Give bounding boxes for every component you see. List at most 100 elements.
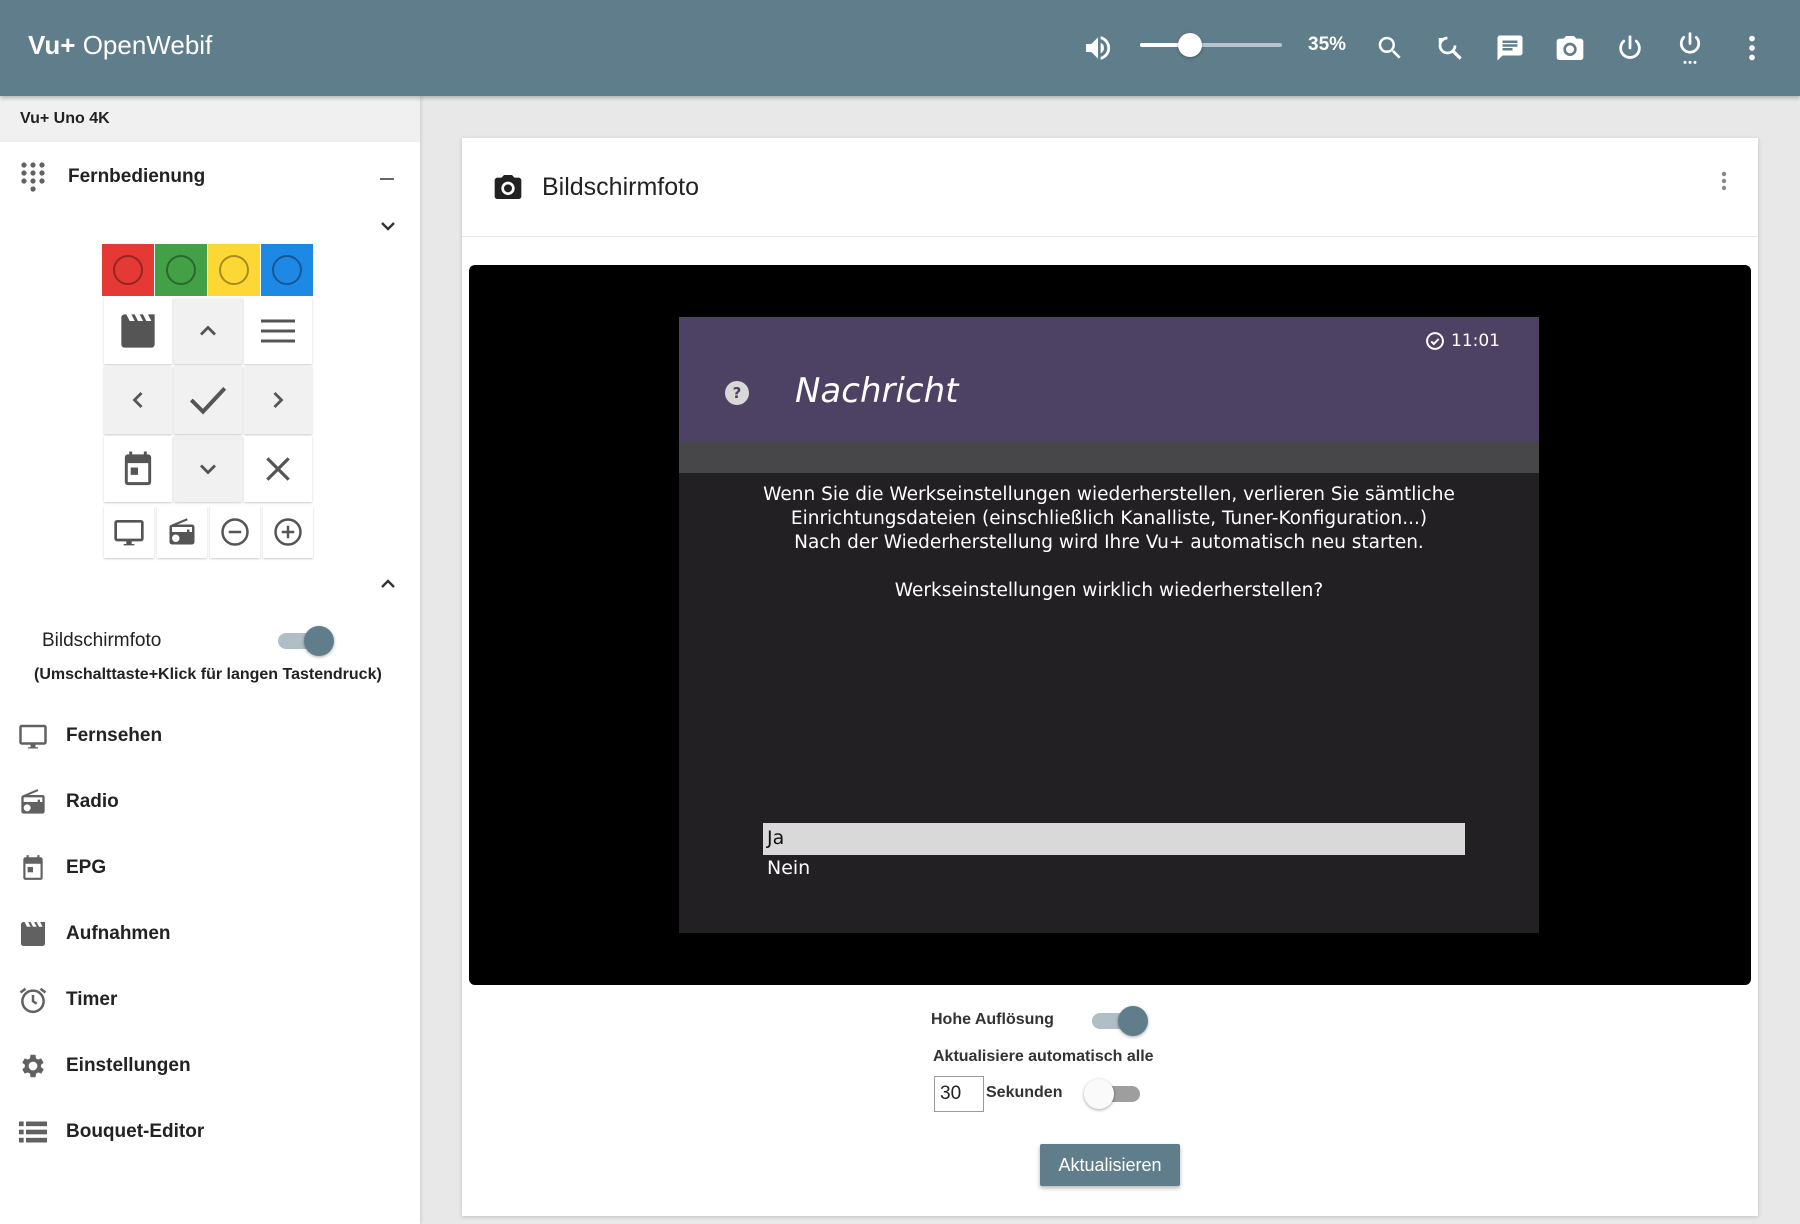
device-name: Vu+ Uno 4K xyxy=(0,96,420,142)
epg-button[interactable] xyxy=(104,436,172,502)
nav-item-radio[interactable]: Radio xyxy=(18,784,119,820)
radio-button[interactable] xyxy=(157,506,207,558)
chevron-down-icon[interactable] xyxy=(376,214,400,238)
nav-label: Fernsehen xyxy=(66,725,163,746)
volume-slider[interactable] xyxy=(1140,33,1282,57)
menu-button[interactable] xyxy=(244,298,312,364)
top-app-bar: Vu+ OpenWebif 35% xyxy=(0,0,1800,96)
long-press-hint: (Umschalttaste+Klick für langen Tastendr… xyxy=(34,666,382,683)
nav-item-timer[interactable]: Timer xyxy=(18,982,117,1018)
volume-level: 35% xyxy=(1308,34,1347,55)
tv-message-line: Nach der Wiederherstellung wird Ihre Vu+… xyxy=(794,532,1424,553)
plus-circle-icon xyxy=(273,517,303,547)
video-button[interactable] xyxy=(104,298,172,364)
nav-label: EPG xyxy=(66,857,107,878)
tv-icon xyxy=(113,518,145,546)
tv-option-ja: Ja xyxy=(763,823,1465,855)
power-icon[interactable] xyxy=(1610,28,1650,68)
remote-control xyxy=(102,244,314,560)
minus-circle-icon xyxy=(220,517,250,547)
volume-icon[interactable] xyxy=(1078,28,1118,68)
close-icon xyxy=(262,453,294,485)
camera-icon[interactable] xyxy=(1550,28,1590,68)
message-icon[interactable] xyxy=(1490,28,1530,68)
green-button[interactable] xyxy=(155,244,207,296)
chevron-down-icon xyxy=(194,455,222,483)
yellow-button[interactable] xyxy=(208,244,260,296)
exit-button[interactable] xyxy=(244,436,312,502)
page-title: Bildschirmfoto xyxy=(542,172,699,201)
nav-item-fernsehen[interactable]: Fernsehen xyxy=(18,718,162,754)
screenshot-image[interactable]: 11:01 ? Nachricht Wenn Sie die Werkseins… xyxy=(469,265,1751,985)
nav-label: Einstellungen xyxy=(66,1055,191,1076)
tv-dialog: 11:01 ? Nachricht Wenn Sie die Werkseins… xyxy=(679,317,1539,933)
left-button[interactable] xyxy=(104,366,172,434)
chevron-up-icon[interactable] xyxy=(376,572,400,596)
high-res-toggle[interactable] xyxy=(1088,1000,1148,1040)
volume-up-button[interactable] xyxy=(263,506,313,558)
volume-down-button[interactable] xyxy=(210,506,260,558)
brand-logo[interactable]: Vu+ OpenWebif xyxy=(28,30,212,61)
screenshot-setting: Bildschirmfoto xyxy=(42,620,352,660)
tv-option-nein: Nein xyxy=(767,857,811,879)
tv-message-line: Einrichtungsdateien (einschließlich Kana… xyxy=(790,508,1428,529)
nav-item-einstellungen[interactable]: Einstellungen xyxy=(18,1048,191,1084)
screenshot-toggle[interactable] xyxy=(274,620,334,660)
tv-clock: 11:01 xyxy=(1425,331,1500,351)
more-vert-icon[interactable] xyxy=(1732,28,1772,68)
menu-icon xyxy=(259,318,297,344)
calendar-icon xyxy=(18,853,48,883)
nav-label: Bouquet-Editor xyxy=(66,1121,205,1142)
search-icon[interactable] xyxy=(1370,28,1410,68)
list-icon xyxy=(18,1117,48,1147)
chevron-left-icon xyxy=(124,386,152,414)
collapse-icon[interactable] xyxy=(380,178,394,180)
chevron-right-icon xyxy=(264,386,292,414)
calendar-icon xyxy=(120,450,156,488)
gear-icon xyxy=(18,1051,48,1081)
nav-item-bouquet-editor[interactable]: Bouquet-Editor xyxy=(18,1114,204,1150)
tv-button[interactable] xyxy=(104,506,154,558)
tv-dialog-title: Nachricht xyxy=(795,371,959,411)
tv-question: Werkseinstellungen wirklich wiederherste… xyxy=(894,580,1324,601)
tv-dialog-message: Wenn Sie die Werkseinstellungen wiederhe… xyxy=(679,483,1539,603)
seconds-input[interactable] xyxy=(934,1076,984,1112)
zoom-refresh-icon[interactable] xyxy=(1430,28,1470,68)
alarm-icon xyxy=(18,985,48,1015)
tv-dialog-header: 11:01 ? Nachricht xyxy=(679,317,1539,441)
nav-label: Aufnahmen xyxy=(66,923,171,944)
nav-label: Timer xyxy=(66,989,118,1010)
refresh-button[interactable]: Aktualisieren xyxy=(1040,1144,1180,1186)
right-button[interactable] xyxy=(244,366,312,434)
radio-icon xyxy=(18,787,48,817)
tv-icon xyxy=(18,721,48,751)
card-title: Bildschirmfoto xyxy=(492,172,699,202)
tv-dialog-band xyxy=(679,441,1539,473)
sidebar: Vu+ Uno 4K Fernbedienung Bildschirmfoto … xyxy=(0,96,420,1224)
movie-icon xyxy=(18,919,48,949)
up-button[interactable] xyxy=(174,298,242,364)
divider xyxy=(462,236,1758,237)
clock-icon xyxy=(1425,331,1445,351)
ok-button[interactable] xyxy=(174,366,242,434)
card-more-icon[interactable] xyxy=(1714,170,1734,194)
screenshot-card: Bildschirmfoto 11:01 ? Nachricht Wenn Si… xyxy=(462,138,1758,1216)
movie-icon xyxy=(118,314,158,348)
nav-item-aufnahmen[interactable]: Aufnahmen xyxy=(18,916,171,952)
radio-icon xyxy=(167,518,197,546)
volume-slider-thumb[interactable] xyxy=(1177,33,1202,57)
auto-refresh-toggle[interactable] xyxy=(1084,1073,1144,1113)
seconds-label: Sekunden xyxy=(986,1084,1063,1101)
chevron-up-icon xyxy=(194,317,222,345)
remote-section-label: Fernbedienung xyxy=(68,166,206,187)
high-res-label: Hohe Auflösung xyxy=(931,1011,1054,1028)
tv-message-line: Wenn Sie die Werkseinstellungen wiederhe… xyxy=(763,484,1455,505)
dialpad-icon xyxy=(20,162,46,192)
screenshot-label: Bildschirmfoto xyxy=(42,630,162,651)
down-button[interactable] xyxy=(174,436,242,502)
standby-icon[interactable] xyxy=(1670,28,1710,68)
blue-button[interactable] xyxy=(261,244,313,296)
nav-item-epg[interactable]: EPG xyxy=(18,850,106,886)
remote-section-header[interactable]: Fernbedienung xyxy=(20,162,205,192)
red-button[interactable] xyxy=(102,244,154,296)
